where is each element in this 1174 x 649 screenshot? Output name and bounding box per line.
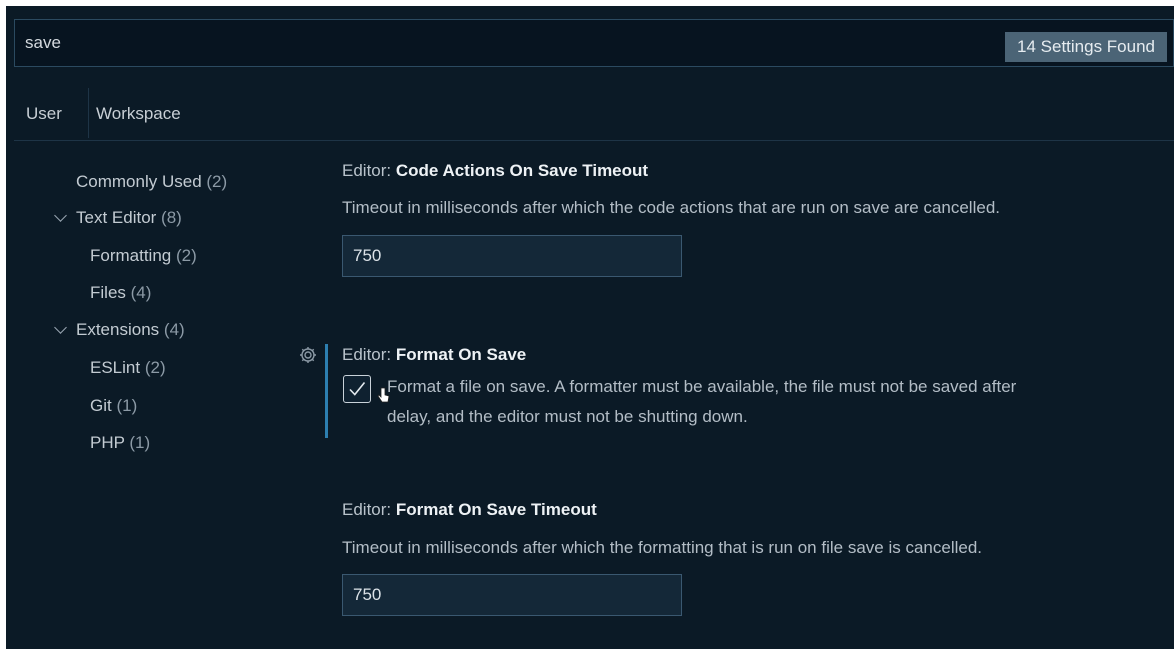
tab-user-label: User — [26, 104, 62, 123]
toc-item-text-editor[interactable]: Text Editor (8) — [54, 208, 182, 228]
settings-search-bar: 14 Settings Found — [14, 19, 1174, 67]
setting-description: Timeout in milliseconds after which the … — [342, 198, 1000, 217]
results-count-badge: 14 Settings Found — [1005, 32, 1167, 62]
setting-name: Format On Save — [395, 345, 527, 364]
tab-divider — [88, 88, 89, 138]
toc-item-count: (1) — [129, 433, 151, 452]
toc-item-commonly-used[interactable]: Commonly Used (2) — [76, 172, 227, 192]
setting-title: Editor: Format On Save — [342, 345, 526, 365]
setting-category: Editor: — [342, 161, 396, 180]
toc-item-count: (4) — [130, 283, 152, 302]
toc-item-git[interactable]: Git (1) — [90, 396, 137, 416]
setting-name: Format On Save Timeout — [395, 500, 597, 519]
toc-item-label: Extensions — [76, 320, 160, 339]
toc-item-label: Git — [90, 396, 112, 415]
toc-item-count: (1) — [116, 396, 138, 415]
chevron-down-icon — [54, 321, 67, 334]
tab-user[interactable]: User — [14, 88, 88, 138]
toc-item-count: (2) — [144, 358, 166, 377]
chevron-down-icon — [54, 209, 67, 222]
setting-category: Editor: — [342, 345, 396, 364]
setting-category: Editor: — [342, 500, 396, 519]
gear-icon[interactable] — [298, 345, 318, 365]
toc-item-count: (4) — [163, 320, 185, 339]
setting-title: Editor: Format On Save Timeout — [342, 500, 597, 520]
toc-item-label: Formatting — [90, 246, 172, 265]
toc-item-label: ESLint — [90, 358, 141, 377]
tab-workspace[interactable]: Workspace — [96, 88, 181, 138]
toc-item-php[interactable]: PHP (1) — [90, 433, 150, 453]
settings-search-input[interactable] — [25, 30, 925, 56]
toc-item-label: PHP — [90, 433, 125, 452]
toc-item-count: (2) — [175, 246, 197, 265]
code-actions-timeout-input[interactable] — [342, 235, 682, 277]
tabs-divider — [14, 140, 1174, 141]
modified-indicator — [325, 344, 328, 438]
toc-item-formatting[interactable]: Formatting (2) — [90, 246, 197, 266]
settings-editor: 14 Settings Found User Workspace Commonl… — [6, 6, 1174, 649]
toc-item-count: (8) — [161, 208, 182, 227]
format-on-save-timeout-input[interactable] — [342, 574, 682, 616]
toc-item-count: (2) — [206, 172, 228, 191]
toc-item-eslint[interactable]: ESLint (2) — [90, 358, 166, 378]
format-on-save-checkbox[interactable] — [343, 375, 371, 403]
setting-description-continued: delay, and the editor must not be shutti… — [387, 407, 748, 426]
setting-title: Editor: Code Actions On Save Timeout — [342, 161, 648, 181]
toc-item-label: Commonly Used — [76, 172, 202, 191]
setting-description: Timeout in milliseconds after which the … — [342, 538, 982, 557]
check-icon — [349, 381, 366, 396]
toc-item-files[interactable]: Files (4) — [90, 283, 151, 303]
toc-item-label: Files — [90, 283, 126, 302]
setting-name: Code Actions On Save Timeout — [395, 161, 649, 180]
toc-item-label: Text Editor — [76, 208, 157, 227]
toc-item-extensions[interactable]: Extensions (4) — [54, 320, 185, 340]
setting-description: Format a file on save. A formatter must … — [387, 377, 1017, 396]
tab-workspace-label: Workspace — [96, 104, 181, 123]
